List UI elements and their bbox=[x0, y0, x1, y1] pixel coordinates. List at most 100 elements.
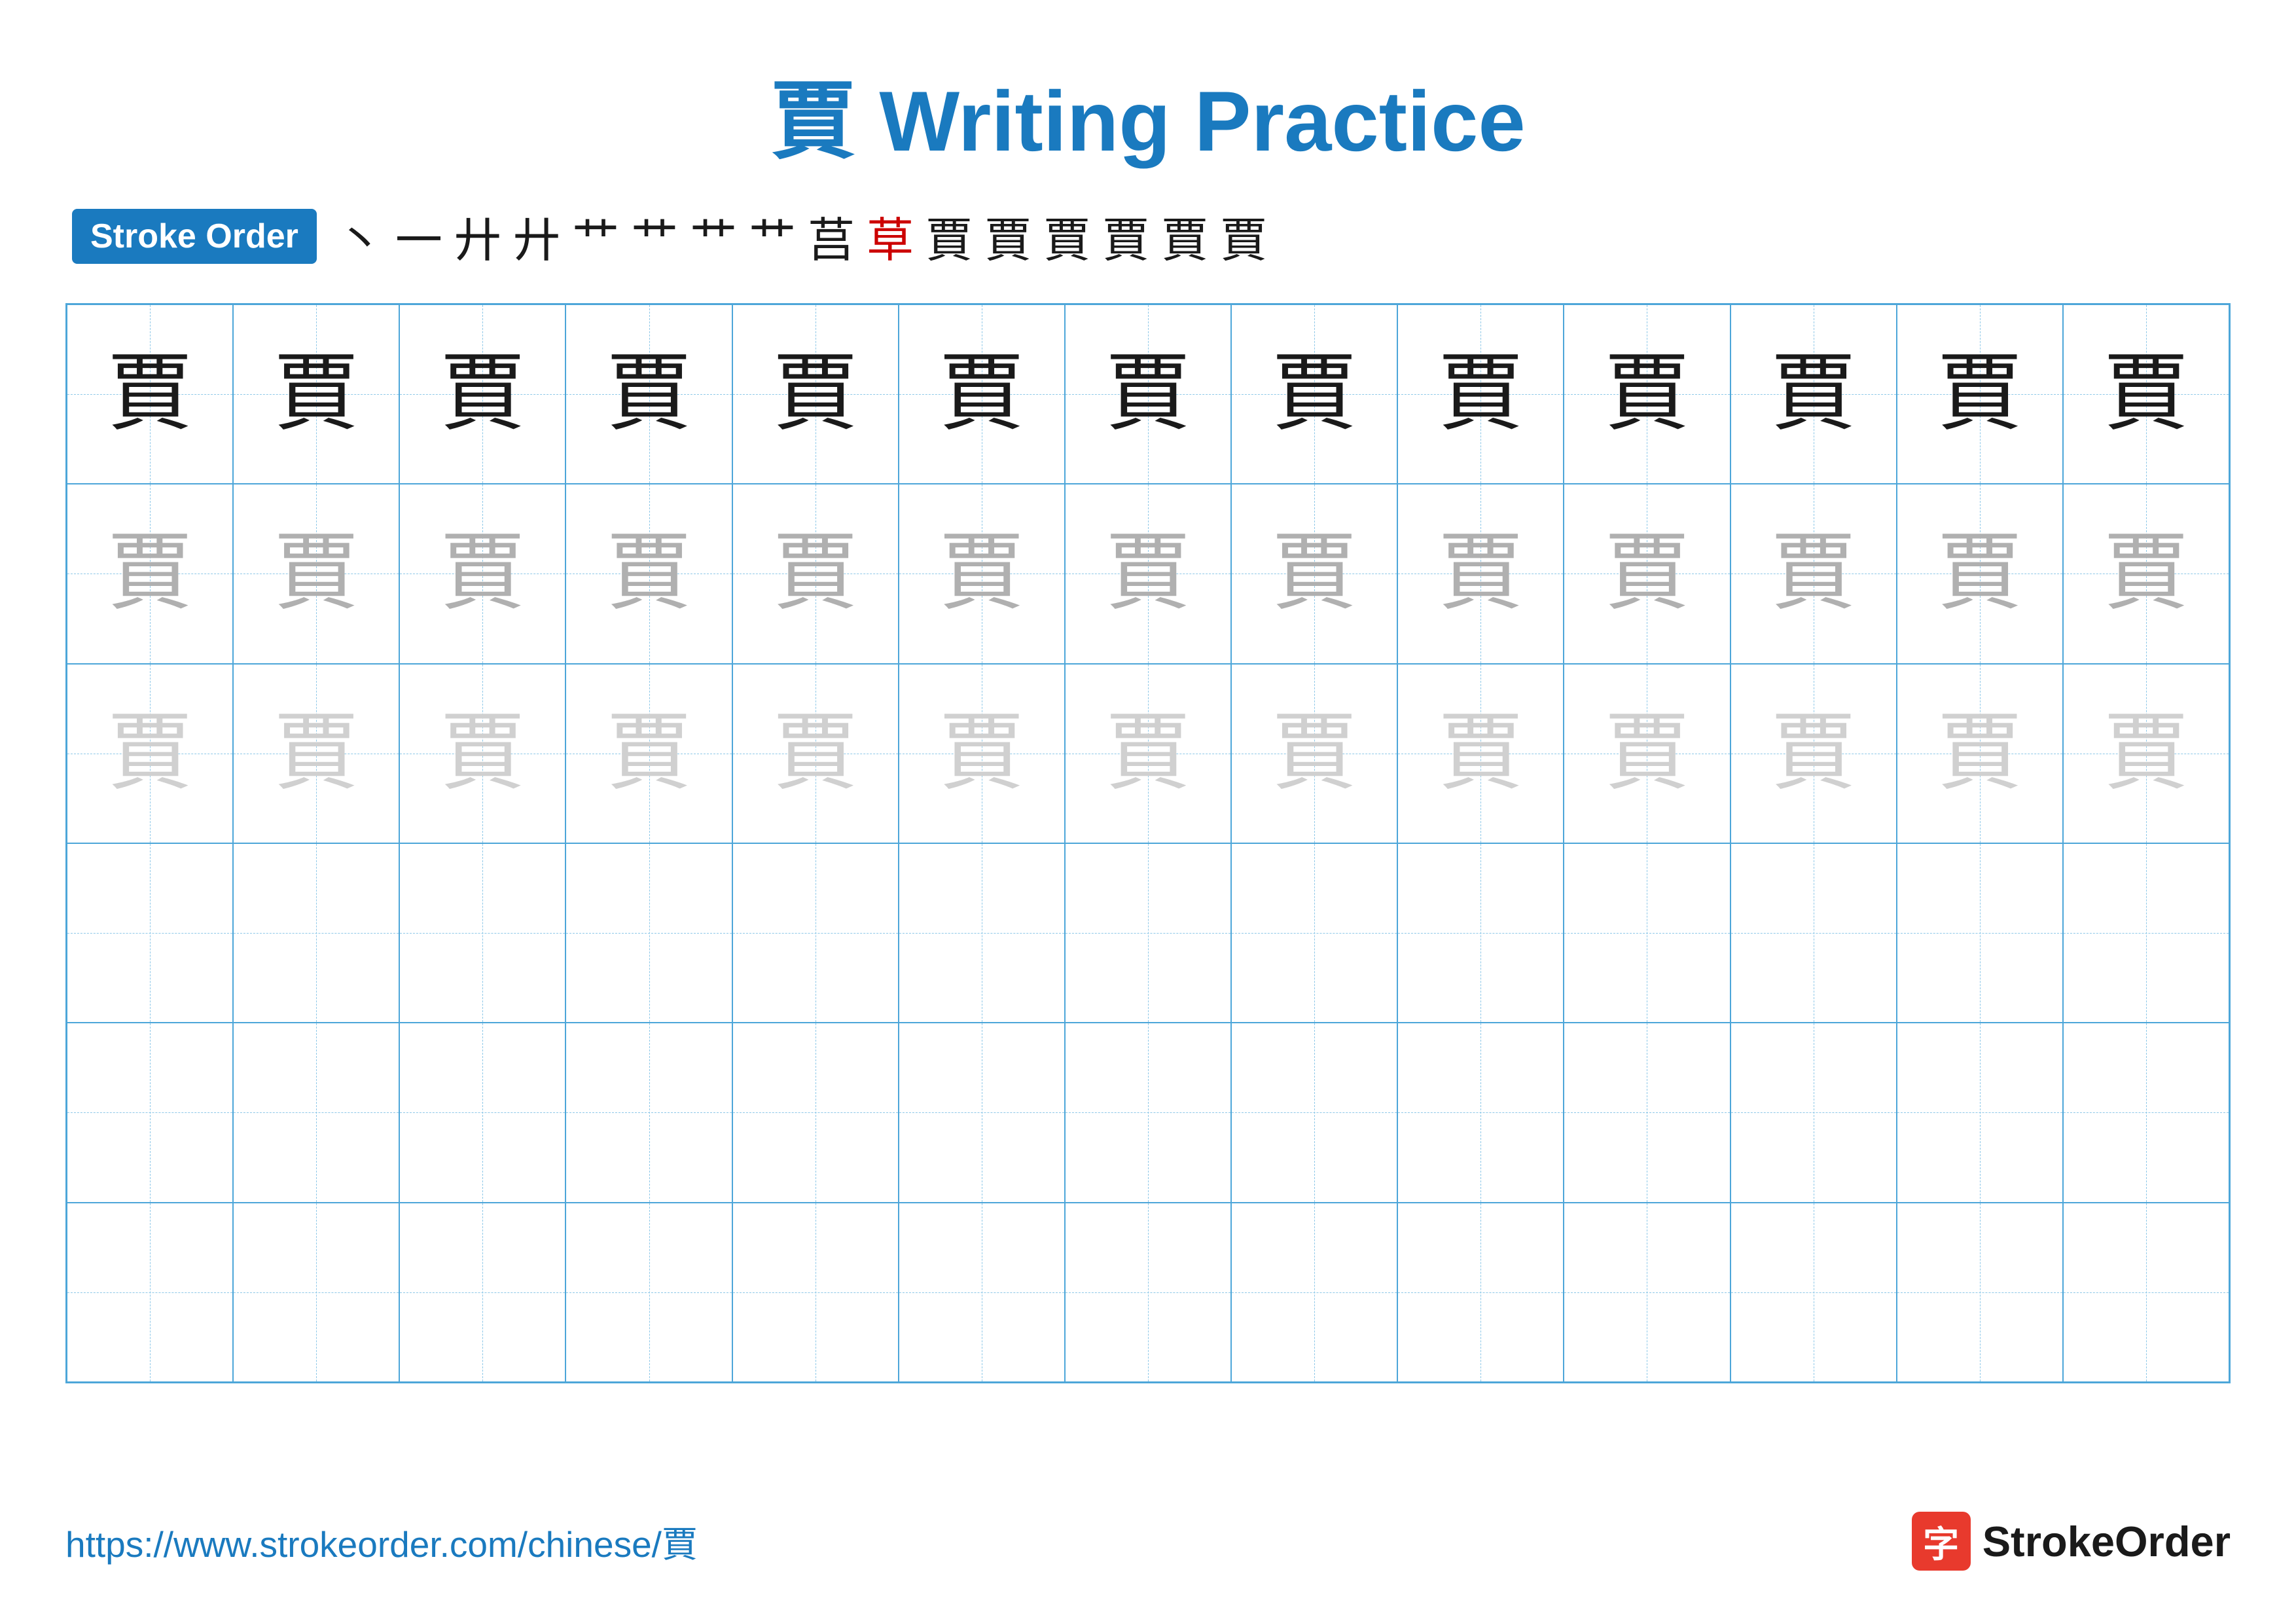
grid-cell[interactable]: 賈 bbox=[565, 304, 732, 484]
grid-cell[interactable] bbox=[899, 843, 1065, 1023]
stroke-step-12: 賈 bbox=[1043, 202, 1090, 270]
grid-cell[interactable]: 賈 bbox=[732, 484, 899, 663]
grid-char: 賈 bbox=[107, 531, 192, 616]
stroke-step-11: 賈 bbox=[984, 202, 1031, 270]
grid-cell[interactable]: 賈 bbox=[67, 484, 233, 663]
grid-cell[interactable]: 賈 bbox=[1065, 304, 1231, 484]
grid-cell[interactable] bbox=[1397, 1023, 1564, 1202]
grid-cell[interactable] bbox=[1231, 1203, 1397, 1382]
grid-cell[interactable]: 賈 bbox=[233, 484, 399, 663]
grid-cell[interactable]: 賈 bbox=[1897, 664, 2063, 843]
stroke-step-3: 廾 bbox=[513, 202, 560, 270]
grid-cell[interactable]: 賈 bbox=[1397, 664, 1564, 843]
grid-cell[interactable]: 賈 bbox=[899, 304, 1065, 484]
grid-cell[interactable]: 賈 bbox=[1897, 484, 2063, 663]
grid-cell[interactable] bbox=[732, 843, 899, 1023]
grid-cell[interactable]: 賈 bbox=[233, 664, 399, 843]
stroke-step-8: 莒 bbox=[808, 202, 855, 270]
footer-url[interactable]: https://www.strokeorder.com/chinese/賈 bbox=[65, 1515, 698, 1567]
grid-cell[interactable] bbox=[565, 843, 732, 1023]
grid-cell[interactable] bbox=[67, 843, 233, 1023]
grid-cell[interactable]: 賈 bbox=[1564, 484, 1730, 663]
grid-cell[interactable]: 賈 bbox=[1065, 664, 1231, 843]
grid-cell[interactable]: 賈 bbox=[565, 664, 732, 843]
page-title: 賈 Writing Practice bbox=[65, 52, 2231, 175]
grid-cell[interactable] bbox=[2063, 843, 2229, 1023]
stroke-step-5: 艹 bbox=[631, 202, 678, 270]
stroke-step-9: 草 bbox=[867, 202, 914, 270]
grid-cell[interactable] bbox=[899, 1203, 1065, 1382]
grid-cell[interactable]: 賈 bbox=[1065, 484, 1231, 663]
grid-cell[interactable] bbox=[1231, 1023, 1397, 1202]
grid-cell[interactable]: 賈 bbox=[732, 304, 899, 484]
grid-cell[interactable]: 賈 bbox=[233, 304, 399, 484]
grid-cell[interactable] bbox=[1397, 1203, 1564, 1382]
grid-cell[interactable]: 賈 bbox=[1397, 304, 1564, 484]
grid-cell[interactable]: 賈 bbox=[899, 664, 1065, 843]
grid-cell[interactable]: 賈 bbox=[1397, 484, 1564, 663]
grid-cell[interactable]: 賈 bbox=[1231, 664, 1397, 843]
grid-cell[interactable]: 賈 bbox=[1897, 304, 2063, 484]
grid-char: 賈 bbox=[1771, 352, 1856, 437]
grid-cell[interactable] bbox=[1231, 843, 1397, 1023]
stroke-sequence: 丶一廾廾艹艹艹艹莒草賈賈賈賈賈賈 bbox=[336, 202, 1267, 270]
grid-cell[interactable] bbox=[1564, 843, 1730, 1023]
grid-cell[interactable]: 賈 bbox=[732, 664, 899, 843]
grid-cell[interactable] bbox=[565, 1023, 732, 1202]
grid-char: 賈 bbox=[607, 352, 692, 437]
grid-cell[interactable] bbox=[2063, 1023, 2229, 1202]
grid-cell[interactable] bbox=[1397, 843, 1564, 1023]
grid-cell[interactable] bbox=[1731, 843, 1897, 1023]
grid-char: 賈 bbox=[939, 711, 1024, 796]
grid-cell[interactable] bbox=[1897, 1203, 2063, 1382]
grid-cell[interactable]: 賈 bbox=[1731, 664, 1897, 843]
grid-cell[interactable]: 賈 bbox=[1731, 304, 1897, 484]
grid-cell[interactable]: 賈 bbox=[2063, 304, 2229, 484]
grid-cell[interactable] bbox=[899, 1023, 1065, 1202]
grid-cell[interactable]: 賈 bbox=[565, 484, 732, 663]
stroke-step-10: 賈 bbox=[925, 202, 973, 270]
grid-cell[interactable] bbox=[732, 1023, 899, 1202]
stroke-step-15: 賈 bbox=[1220, 202, 1267, 270]
grid-cell[interactable]: 賈 bbox=[67, 664, 233, 843]
grid-cell[interactable] bbox=[565, 1203, 732, 1382]
grid-cell[interactable]: 賈 bbox=[399, 304, 565, 484]
grid-cell[interactable]: 賈 bbox=[2063, 484, 2229, 663]
grid-char: 賈 bbox=[440, 531, 525, 616]
grid-cell[interactable] bbox=[1065, 1023, 1231, 1202]
grid-cell[interactable] bbox=[2063, 1203, 2229, 1382]
grid-cell[interactable] bbox=[1731, 1023, 1897, 1202]
stroke-order-badge: Stroke Order bbox=[72, 209, 317, 264]
grid-cell[interactable] bbox=[67, 1023, 233, 1202]
grid-cell[interactable]: 賈 bbox=[399, 484, 565, 663]
grid-cell[interactable]: 賈 bbox=[2063, 664, 2229, 843]
grid-cell[interactable] bbox=[233, 843, 399, 1023]
grid-char: 賈 bbox=[1105, 531, 1191, 616]
grid-cell[interactable] bbox=[233, 1203, 399, 1382]
grid-cell[interactable] bbox=[1731, 1203, 1897, 1382]
footer: https://www.strokeorder.com/chinese/賈 字 … bbox=[65, 1512, 2231, 1571]
grid-cell[interactable]: 賈 bbox=[1231, 484, 1397, 663]
grid-cell[interactable] bbox=[732, 1203, 899, 1382]
grid-cell[interactable]: 賈 bbox=[1731, 484, 1897, 663]
grid-cell[interactable]: 賈 bbox=[1564, 664, 1730, 843]
grid-cell[interactable] bbox=[67, 1203, 233, 1382]
grid-cell[interactable]: 賈 bbox=[1564, 304, 1730, 484]
grid-cell[interactable]: 賈 bbox=[899, 484, 1065, 663]
grid-cell[interactable]: 賈 bbox=[399, 664, 565, 843]
grid-cell[interactable] bbox=[1897, 843, 2063, 1023]
grid-cell[interactable] bbox=[1564, 1203, 1730, 1382]
grid-cell[interactable] bbox=[399, 843, 565, 1023]
grid-cell[interactable] bbox=[1065, 1203, 1231, 1382]
grid-cell[interactable] bbox=[1897, 1023, 2063, 1202]
grid-cell[interactable] bbox=[1065, 843, 1231, 1023]
logo-name: StrokeOrder bbox=[1982, 1517, 2231, 1566]
grid-cell[interactable] bbox=[399, 1023, 565, 1202]
grid-cell[interactable]: 賈 bbox=[67, 304, 233, 484]
grid-cell[interactable] bbox=[233, 1023, 399, 1202]
grid-cell[interactable]: 賈 bbox=[1231, 304, 1397, 484]
stroke-step-0: 丶 bbox=[336, 202, 384, 270]
grid-char: 賈 bbox=[939, 352, 1024, 437]
grid-cell[interactable] bbox=[1564, 1023, 1730, 1202]
grid-cell[interactable] bbox=[399, 1203, 565, 1382]
